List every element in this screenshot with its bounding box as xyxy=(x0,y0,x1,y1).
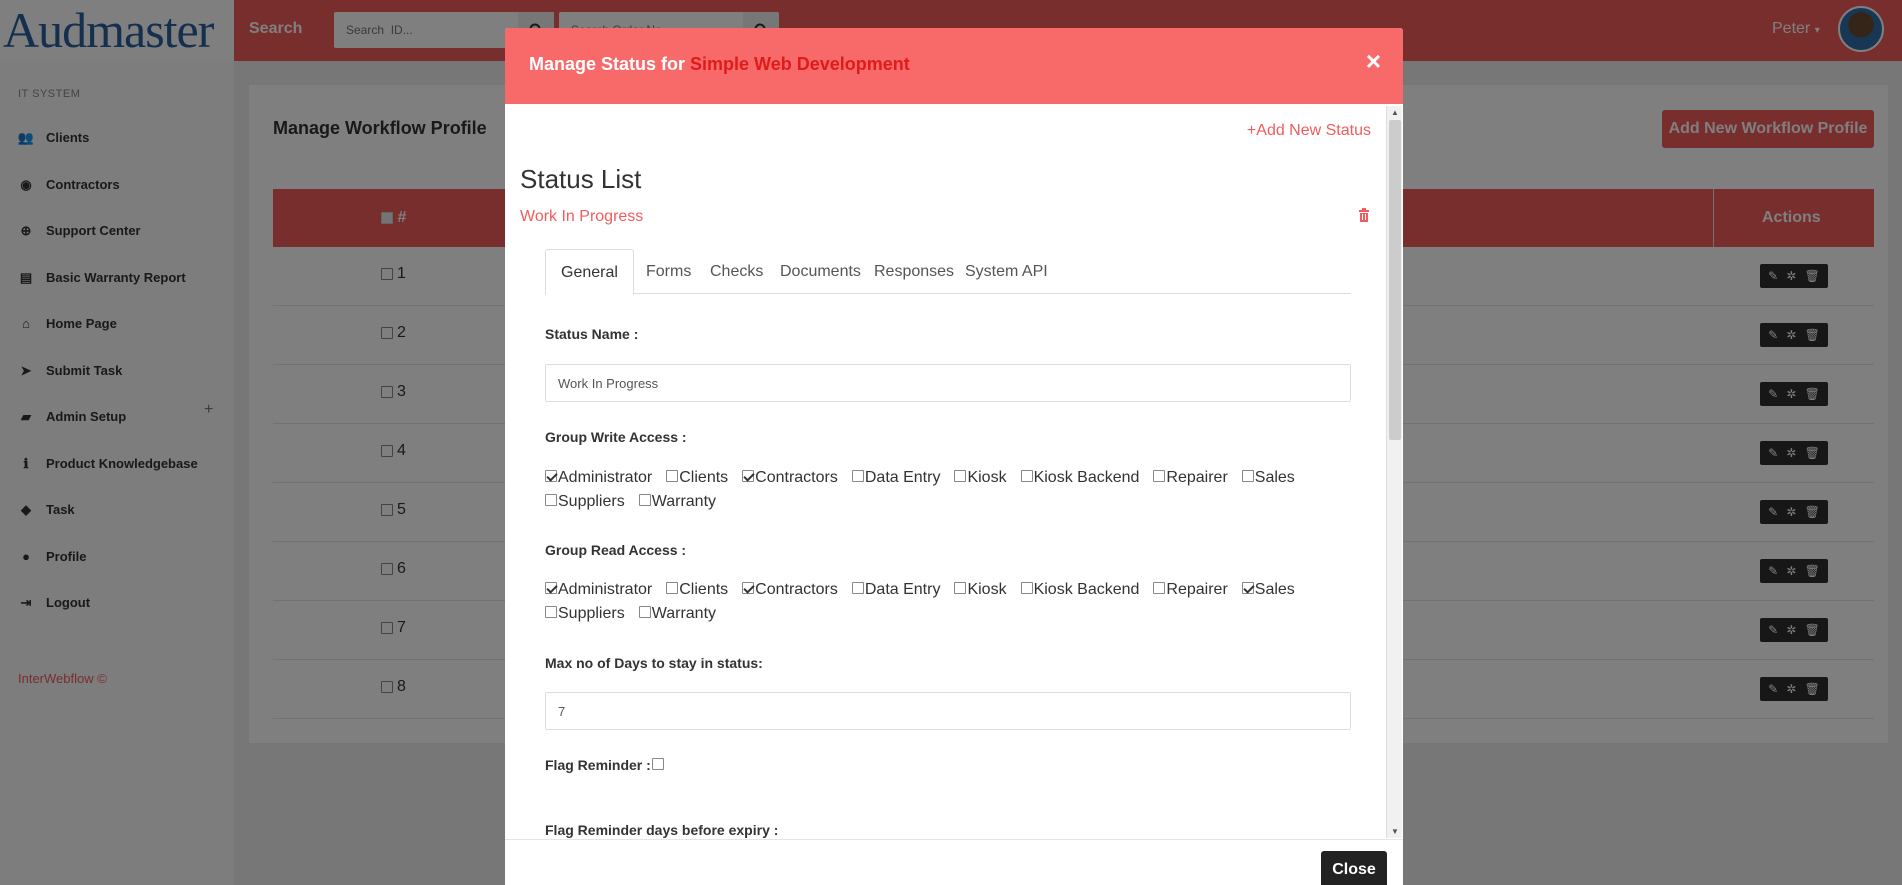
flag-reminder-checkbox[interactable] xyxy=(651,758,664,771)
access-checkbox[interactable] xyxy=(545,494,557,507)
read-access-option[interactable]: Suppliers xyxy=(545,602,625,626)
write-access-group: Administrator Clients Contractors Data Entr… xyxy=(545,466,1355,514)
write-access-option[interactable]: Contractors xyxy=(742,466,838,490)
access-option-label: Warranty xyxy=(651,605,717,622)
access-option-label: Kiosk Backend xyxy=(1033,581,1140,598)
close-icon[interactable]: × xyxy=(1366,48,1381,74)
read-access-option[interactable]: Administrator xyxy=(545,578,652,602)
write-access-option[interactable]: Kiosk Backend xyxy=(1020,466,1140,490)
access-checkbox[interactable] xyxy=(1153,582,1166,595)
access-checkbox[interactable] xyxy=(851,470,864,483)
access-option-label: Clients xyxy=(679,469,729,486)
read-access-option[interactable]: Kiosk Backend xyxy=(1020,578,1140,602)
access-checkbox[interactable] xyxy=(954,582,967,595)
status-tabs: General Forms Checks Documents Responses Syst… xyxy=(545,249,1351,295)
write-access-option[interactable]: Clients xyxy=(666,466,728,490)
access-checkbox[interactable] xyxy=(954,470,967,483)
access-option-label: Contractors xyxy=(755,581,838,598)
read-access-option[interactable]: Warranty xyxy=(638,602,717,626)
manage-status-modal: Manage Status for Simple Web Development… xyxy=(505,28,1403,885)
read-access-label: Group Read Access : xyxy=(545,542,687,558)
modal-body: +Add New Status Status List Work In Prog… xyxy=(505,104,1403,839)
access-checkbox[interactable] xyxy=(1020,470,1033,483)
status-name-input[interactable]: Work In Progress xyxy=(545,364,1351,402)
access-option-label: Administrator xyxy=(558,469,653,486)
tab-system-api[interactable]: System API xyxy=(950,249,1063,294)
read-access-option[interactable]: Clients xyxy=(666,578,728,602)
status-name-label: Status Name : xyxy=(545,326,639,342)
access-checkbox[interactable] xyxy=(1153,470,1166,483)
modal-scrollbar[interactable]: ▲ ▼ xyxy=(1386,106,1402,838)
read-access-group: Administrator Clients Contractors Data Entr… xyxy=(545,578,1355,626)
write-access-option[interactable]: Sales xyxy=(1241,466,1295,490)
flag-reminder-text: Flag Reminder : xyxy=(545,757,651,773)
access-checkbox[interactable] xyxy=(742,470,755,483)
access-checkbox[interactable] xyxy=(1020,582,1033,595)
access-checkbox[interactable] xyxy=(742,582,755,595)
access-option-label: Contractors xyxy=(755,469,838,486)
max-days-label: Max no of Days to stay in status: xyxy=(545,655,763,671)
read-access-option[interactable]: Repairer xyxy=(1153,578,1228,602)
flag-reminder-label: Flag Reminder : xyxy=(545,757,664,773)
write-access-option[interactable]: Suppliers xyxy=(545,490,625,514)
delete-status-trash-icon[interactable] xyxy=(1358,208,1370,225)
status-list-title: Status List xyxy=(520,164,642,194)
modal-header: Manage Status for Simple Web Development… xyxy=(505,28,1403,104)
scroll-up-icon[interactable]: ▲ xyxy=(1391,108,1399,117)
access-option-label: Administrator xyxy=(558,581,653,598)
write-access-option[interactable]: Data Entry xyxy=(851,466,941,490)
add-new-status-link[interactable]: +Add New Status xyxy=(1247,122,1371,140)
write-access-option[interactable]: Kiosk xyxy=(954,466,1007,490)
access-checkbox[interactable] xyxy=(638,606,651,619)
modal-footer: Close xyxy=(505,839,1403,885)
access-checkbox[interactable] xyxy=(545,606,557,619)
access-checkbox[interactable] xyxy=(666,470,679,483)
access-option-label: Sales xyxy=(1254,469,1295,486)
modal-project-name: Simple Web Development xyxy=(690,54,910,74)
access-checkbox[interactable] xyxy=(545,470,557,483)
access-option-label: Kiosk Backend xyxy=(1033,469,1140,486)
read-access-option[interactable]: Contractors xyxy=(742,578,838,602)
access-option-label: Data Entry xyxy=(864,581,941,598)
access-option-label: Repairer xyxy=(1166,469,1228,486)
write-access-label: Group Write Access : xyxy=(545,429,687,445)
access-option-label: Kiosk xyxy=(967,581,1007,598)
modal-title: Manage Status for Simple Web Development xyxy=(529,54,910,75)
access-option-label: Suppliers xyxy=(558,605,625,622)
access-option-label: Kiosk xyxy=(967,469,1007,486)
access-checkbox[interactable] xyxy=(1241,582,1254,595)
write-access-option[interactable]: Warranty xyxy=(638,490,717,514)
modal-title-prefix: Manage Status for xyxy=(529,54,691,74)
access-checkbox[interactable] xyxy=(851,582,864,595)
read-access-option[interactable]: Sales xyxy=(1241,578,1295,602)
read-access-option[interactable]: Kiosk xyxy=(954,578,1007,602)
max-days-input[interactable]: 7 xyxy=(545,692,1351,730)
access-checkbox[interactable] xyxy=(666,582,679,595)
access-checkbox[interactable] xyxy=(638,494,651,507)
read-access-option[interactable]: Data Entry xyxy=(851,578,941,602)
access-option-label: Sales xyxy=(1254,581,1295,598)
access-option-label: Warranty xyxy=(651,493,717,510)
access-checkbox[interactable] xyxy=(545,582,557,595)
access-option-label: Repairer xyxy=(1166,581,1228,598)
flag-days-label: Flag Reminder days before expiry : xyxy=(545,822,779,838)
tab-general[interactable]: General xyxy=(545,249,634,295)
write-access-option[interactable]: Administrator xyxy=(545,466,652,490)
scroll-down-icon[interactable]: ▼ xyxy=(1391,827,1399,836)
scrollbar-thumb[interactable] xyxy=(1389,120,1401,440)
access-option-label: Data Entry xyxy=(864,469,941,486)
close-button[interactable]: Close xyxy=(1321,851,1387,885)
access-option-label: Clients xyxy=(679,581,729,598)
access-checkbox[interactable] xyxy=(1241,470,1254,483)
access-option-label: Suppliers xyxy=(558,493,625,510)
status-item-name[interactable]: Work In Progress xyxy=(520,208,643,226)
write-access-option[interactable]: Repairer xyxy=(1153,466,1228,490)
